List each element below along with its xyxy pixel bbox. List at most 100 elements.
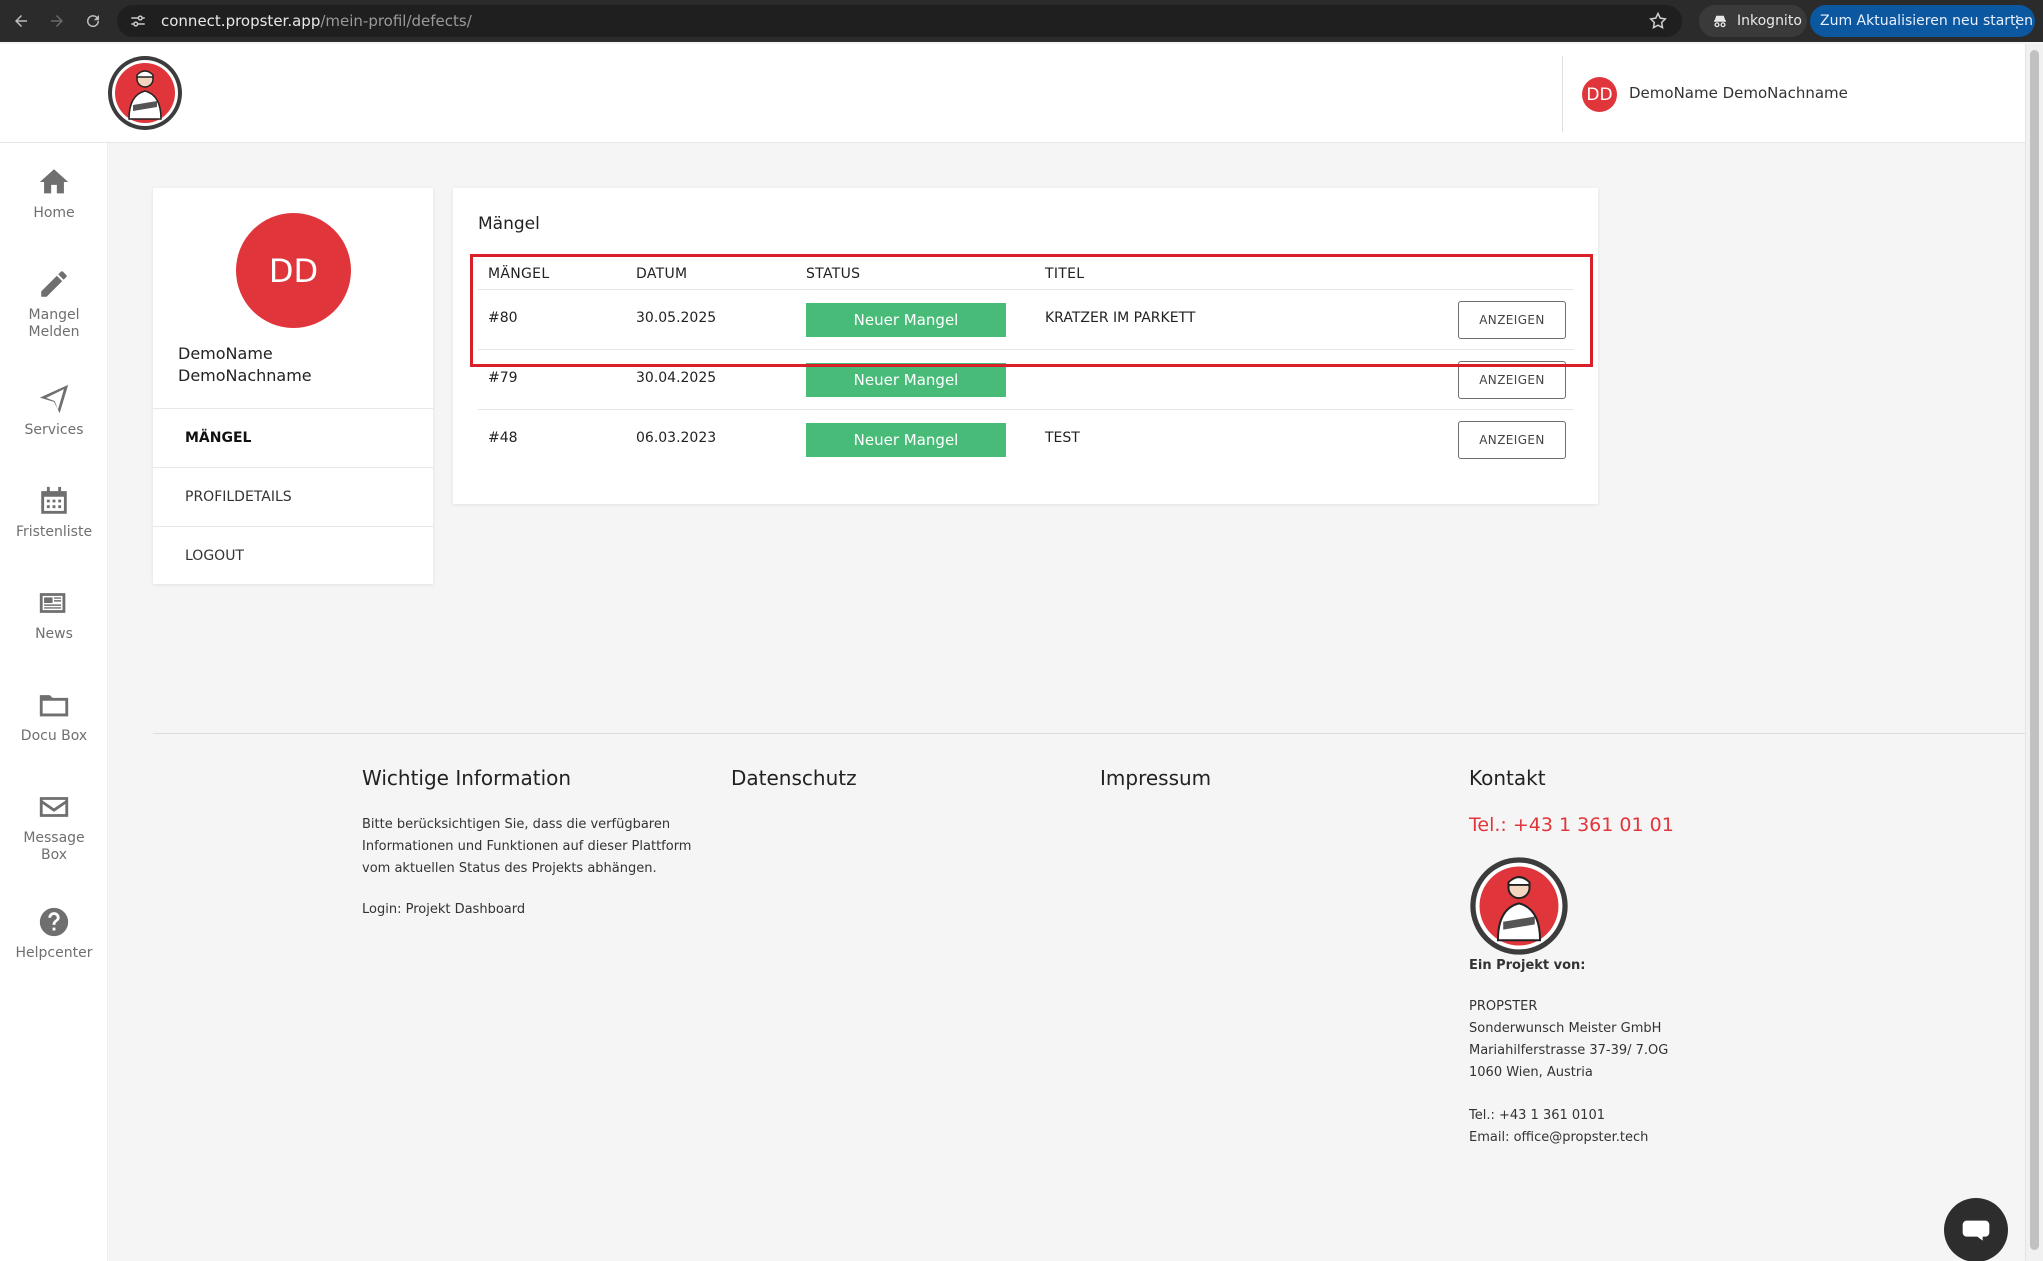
envelope-icon [39,797,69,817]
sidebar-item-label: Services [24,422,84,438]
profile-avatar: DD [236,213,351,328]
defects-card: Mängel MÄNGEL DATUM STATUS TITEL #80 30.… [453,188,1598,504]
defect-date: 30.05.2025 [636,310,717,326]
sidebar-item-fristenliste[interactable]: Fristenliste [0,484,108,541]
sidebar-item-label: Fristenliste [15,524,93,540]
profile-first-name: DemoName [178,344,273,363]
reload-icon[interactable] [78,6,108,36]
column-header-status: STATUS [806,266,861,282]
incognito-icon [1714,15,1726,28]
app-header: DD DemoName DemoNachname [0,44,2025,143]
page-scrollbar[interactable] [2025,44,2043,1261]
footer-info-line: Bitte berücksichtigen Sie, dass die verf… [362,817,671,832]
url-host: connect.propster.app [161,12,321,30]
sidebar-item-label: Docu Box [20,728,88,744]
column-header-maengel: MÄNGEL [488,266,550,282]
incognito-badge[interactable]: Inkognito [1699,5,1807,37]
main-sidebar: Home Mangel Melden Services Fristenliste… [0,143,108,1261]
footer-propster-logo [1470,857,1568,955]
status-badge: Neuer Mangel [806,303,1006,337]
footer-company-address: PROPSTER Sonderwunsch Meister GmbH Maria… [1469,996,1668,1084]
view-defect-button[interactable]: ANZEIGEN [1458,361,1566,399]
sidebar-item-label: Home [33,205,75,221]
profile-last-name: DemoNachname [178,366,312,385]
profile-name: DemoName DemoNachname [178,343,418,387]
chat-launcher-button[interactable] [1944,1198,2008,1261]
header-username[interactable]: DemoName DemoNachname [1629,84,1848,102]
sidebar-item-helpcenter[interactable]: Helpcenter [0,905,108,962]
defect-id: #48 [488,430,518,446]
site-settings-icon[interactable] [129,11,149,31]
sidebar-item-label: Mangel Melden [28,307,80,340]
table-header: MÄNGEL DATUM STATUS TITEL [478,258,1574,290]
profile-menu-maengel[interactable]: MÄNGEL [153,408,433,467]
view-defect-button[interactable]: ANZEIGEN [1458,421,1566,459]
footer-project-by: Ein Projekt von: [1469,958,1586,973]
defect-date: 06.03.2023 [636,430,717,446]
column-header-datum: DATUM [636,266,688,282]
scrollbar-thumb[interactable] [2030,50,2039,1250]
more-menu-icon[interactable]: ⋮ [2009,12,2025,31]
url-path: /mein-profil/defects/ [320,12,472,30]
defects-table: MÄNGEL DATUM STATUS TITEL #80 30.05.2025… [478,258,1574,470]
footer-info-line: Informationen und Funktionen auf dieser … [362,839,692,854]
sidebar-item-message-box[interactable]: Message Box [0,790,108,864]
chat-bubble-icon [1962,1220,1990,1241]
footer-info-title: Wichtige Information [362,766,572,790]
status-badge: Neuer Mangel [806,363,1006,397]
defect-id: #80 [488,310,518,326]
defect-title: KRATZER IM PARKETT [1045,310,1196,326]
footer-company: PROPSTER [1469,999,1538,1014]
propster-logo[interactable] [107,55,183,131]
defect-id: #79 [488,370,518,386]
defect-date: 30.04.2025 [636,370,717,386]
footer-contact-title: Kontakt [1469,766,1546,790]
profile-card: DD DemoName DemoNachname MÄNGEL PROFILDE… [153,188,433,584]
footer-phone-link[interactable]: Tel.: +43 1 361 01 01 [1469,814,1674,836]
footer-city: 1060 Wien, Austria [1469,1065,1593,1080]
footer-info-text: Bitte berücksichtigen Sie, dass die verf… [362,814,691,880]
profile-menu-profildetails[interactable]: PROFILDETAILS [153,467,433,526]
defect-title: TEST [1045,430,1080,446]
sidebar-item-mangel-melden[interactable]: Mangel Melden [0,267,108,341]
bookmark-star-icon[interactable] [1648,11,1668,31]
calendar-icon [41,486,67,514]
pencil-icon [41,271,67,297]
sidebar-item-home[interactable]: Home [0,165,108,222]
defects-title: Mängel [478,214,540,234]
footer-divider [153,733,2025,734]
back-arrow-icon[interactable] [6,6,36,36]
profile-menu-logout[interactable]: LOGOUT [153,526,433,585]
table-row: #79 30.04.2025 Neuer Mangel ANZEIGEN [478,350,1574,410]
header-avatar[interactable]: DD [1582,77,1617,112]
view-defect-button[interactable]: ANZEIGEN [1458,301,1566,339]
table-row: #48 06.03.2023 Neuer Mangel TEST ANZEIGE… [478,410,1574,470]
question-icon [39,907,69,937]
sidebar-item-services[interactable]: Services [0,382,108,439]
browser-toolbar: connect.propster.app/mein-profil/defects… [0,0,2043,42]
footer-info-line: vom aktuellen Status des Projekts abhäng… [362,861,657,876]
newspaper-icon [39,593,66,613]
profile-menu: MÄNGEL PROFILDETAILS LOGOUT [153,408,433,585]
update-label: Zum Aktualisieren neu starten [1820,13,2034,29]
footer-contact-details: Tel.: +43 1 361 0101 Email: office@props… [1469,1105,1648,1149]
header-divider [1562,56,1563,132]
footer-imprint-link[interactable]: Impressum [1100,766,1211,790]
sidebar-item-label: Helpcenter [15,945,93,961]
table-row: #80 30.05.2025 Neuer Mangel KRATZER IM P… [478,290,1574,350]
forward-arrow-icon[interactable] [42,6,72,36]
address-bar[interactable]: connect.propster.app/mein-profil/defects… [117,5,1682,37]
folder-icon [39,695,69,717]
footer-tel[interactable]: Tel.: +43 1 361 0101 [1469,1105,1648,1127]
sidebar-item-label: Message Box [23,830,85,863]
footer-login-link[interactable]: Login: Projekt Dashboard [362,899,525,921]
sidebar-item-docu-box[interactable]: Docu Box [0,688,108,745]
status-badge: Neuer Mangel [806,423,1006,457]
footer-email[interactable]: Email: office@propster.tech [1469,1127,1648,1149]
column-header-titel: TITEL [1045,266,1085,282]
footer-privacy-link[interactable]: Datenschutz [731,766,857,790]
relaunch-update-button[interactable]: Zum Aktualisieren neu starten ⋮ [1810,5,2035,37]
sidebar-item-label: News [35,626,73,642]
sidebar-item-news[interactable]: News [0,586,108,643]
footer-company-2: Sonderwunsch Meister GmbH [1469,1021,1662,1036]
